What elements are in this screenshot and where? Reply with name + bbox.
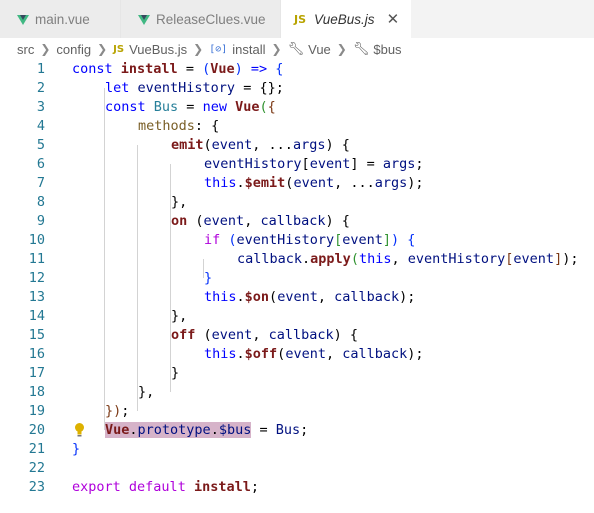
wrench-icon: 🔧︎ (287, 41, 305, 56)
line-number: 4 (36, 118, 45, 134)
tab-label: ReleaseClues.vue (156, 11, 266, 27)
code-line: 14 }, (0, 307, 594, 326)
code-text: on (event, callback) { (171, 213, 350, 229)
line-number: 17 (28, 365, 45, 381)
code-text: off (event, callback) { (171, 327, 359, 343)
code-line: 7 this.$emit(event, ...args); (0, 174, 594, 193)
vue-icon (138, 14, 150, 25)
line-number: 10 (28, 232, 45, 248)
line-number: 22 (28, 460, 45, 476)
line-number: 15 (28, 327, 45, 343)
code-text: export default install; (72, 479, 260, 495)
code-line: 4 methods: { (0, 117, 594, 136)
breadcrumb-item-bus[interactable]: $bus (373, 42, 401, 57)
line-number: 14 (28, 308, 45, 324)
tab-label: VueBus.js (314, 11, 375, 27)
code-line: 17 } (0, 364, 594, 383)
code-line: 23 export default install; (0, 478, 594, 497)
line-number: 1 (36, 61, 45, 77)
code-text: } (171, 365, 180, 381)
code-text: let eventHistory = {}; (105, 80, 284, 96)
code-line: 2 let eventHistory = {}; (0, 79, 594, 98)
chevron-right-icon: ❯ (97, 42, 108, 56)
code-line: 12 } (0, 269, 594, 288)
line-number: 16 (28, 346, 45, 362)
chevron-right-icon: ❯ (271, 42, 282, 56)
code-text: }, (138, 384, 155, 400)
line-number: 7 (36, 175, 45, 191)
line-number: 2 (36, 80, 45, 96)
line-number: 5 (36, 137, 45, 153)
code-text: if (eventHistory[event]) { (204, 232, 416, 248)
line-number: 18 (28, 384, 45, 400)
code-text: emit(event, ...args) { (171, 137, 350, 153)
code-line: 21 } (0, 440, 594, 459)
line-number: 13 (28, 289, 45, 305)
code-text: } (72, 441, 81, 457)
code-line: 9 on (event, callback) { (0, 212, 594, 231)
code-line: 8 }, (0, 193, 594, 212)
code-line: 10 if (eventHistory[event]) { (0, 231, 594, 250)
code-line: 1 const install = (Vue) => { (0, 60, 594, 79)
code-text: }); (105, 403, 130, 419)
line-number: 6 (36, 156, 45, 172)
chevron-right-icon: ❯ (193, 42, 204, 56)
line-number: 20 (28, 422, 45, 438)
code-line: 18 }, (0, 383, 594, 402)
code-text: eventHistory[event] = args; (204, 156, 424, 172)
code-text: methods: { (138, 118, 220, 134)
line-number: 11 (28, 251, 45, 267)
lightbulb-icon[interactable] (74, 422, 85, 438)
code-text: this.$off(event, callback); (204, 346, 424, 362)
code-line: 5 emit(event, ...args) { (0, 136, 594, 155)
code-text: const install = (Vue) => { (72, 61, 284, 77)
code-line: 16 this.$off(event, callback); (0, 345, 594, 364)
line-number: 8 (36, 194, 45, 210)
code-line: 22 (0, 459, 594, 478)
breadcrumb-item-install[interactable]: install (232, 42, 265, 57)
js-icon: JS (113, 43, 125, 55)
code-line: 13 this.$on(event, callback); (0, 288, 594, 307)
code-text: } (204, 270, 213, 286)
tab-bar: main.vue ReleaseClues.vue JS VueBus.js ✕ (0, 0, 594, 38)
wrench-icon: 🔧︎ (352, 41, 370, 56)
line-number: 21 (28, 441, 45, 457)
line-number: 9 (36, 213, 45, 229)
line-number: 19 (28, 403, 45, 419)
tab-label: main.vue (35, 11, 90, 27)
breadcrumb-item-vue[interactable]: Vue (308, 42, 331, 57)
code-text: Vue.prototype.$bus = Bus; (105, 422, 309, 438)
line-number: 23 (28, 479, 45, 495)
code-line: 3 const Bus = new Vue({ (0, 98, 594, 117)
tab-releaseclues-vue[interactable]: ReleaseClues.vue (121, 0, 281, 38)
breadcrumb: src ❯ config ❯ JS VueBus.js ❯ [⊘] instal… (0, 38, 594, 60)
code-editor[interactable]: 1 const install = (Vue) => { 2 let event… (0, 60, 594, 513)
code-text: const Bus = new Vue({ (105, 99, 276, 115)
line-number: 3 (36, 99, 45, 115)
tab-main-vue[interactable]: main.vue (0, 0, 121, 38)
code-text: this.$emit(event, ...args); (204, 175, 424, 191)
code-text: }, (171, 194, 188, 210)
code-line: 20 Vue.prototype.$bus = Bus; (0, 421, 594, 440)
code-line: 11 callback.apply(this, eventHistory[eve… (0, 250, 594, 269)
code-text: callback.apply(this, eventHistory[event]… (237, 251, 579, 267)
code-line: 15 off (event, callback) { (0, 326, 594, 345)
tab-vuebus-js[interactable]: JS VueBus.js ✕ (281, 0, 411, 38)
code-text: this.$on(event, callback); (204, 289, 416, 305)
code-text: }, (171, 308, 188, 324)
code-line: 6 eventHistory[event] = args; (0, 155, 594, 174)
code-line: 19 }); (0, 402, 594, 421)
breadcrumb-item-config[interactable]: config (56, 42, 91, 57)
line-number: 12 (28, 270, 45, 286)
breadcrumb-item-file[interactable]: VueBus.js (129, 42, 187, 57)
variable-icon: [⊘] (209, 43, 228, 55)
vue-icon (17, 14, 29, 25)
close-icon[interactable]: ✕ (387, 10, 400, 28)
chevron-right-icon: ❯ (40, 42, 51, 56)
chevron-right-icon: ❯ (336, 42, 347, 56)
selection-highlight: Vue.prototype.$bus (105, 422, 252, 438)
js-icon: JS (294, 12, 307, 26)
breadcrumb-item-src[interactable]: src (17, 42, 34, 57)
